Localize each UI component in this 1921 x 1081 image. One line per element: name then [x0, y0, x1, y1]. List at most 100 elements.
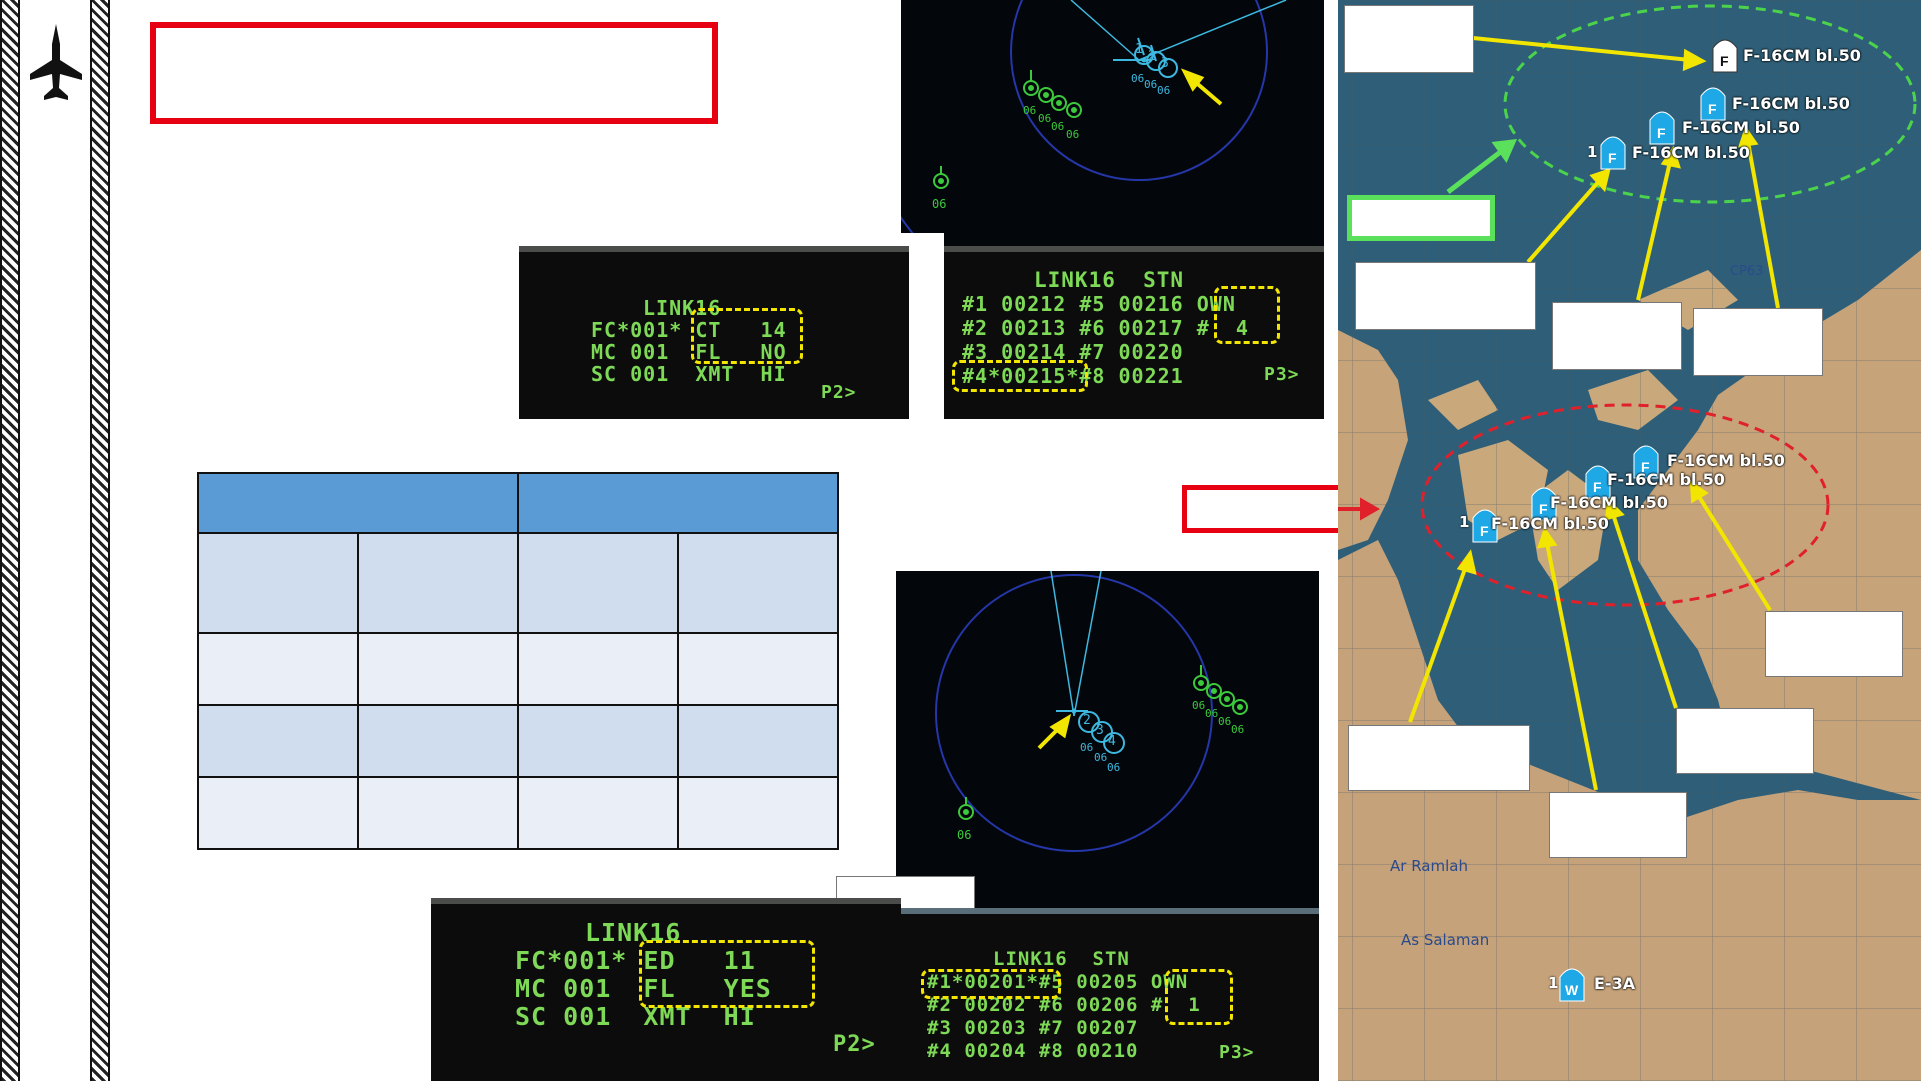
group-altitude: 06 — [1066, 128, 1080, 141]
group-altitude: 06 — [1231, 723, 1245, 736]
left-rail-inner — [90, 0, 110, 1081]
table-cell — [357, 632, 519, 706]
unit-label: E-3A — [1594, 974, 1636, 993]
map-callout-box — [1552, 302, 1682, 370]
group-altitude: 06 — [1038, 112, 1052, 125]
contact-number: 2 — [1083, 713, 1091, 728]
group-number: 1 — [1587, 143, 1598, 161]
group-altitude: 06 — [1192, 699, 1206, 712]
table-cell — [517, 632, 679, 706]
table-header-cell — [197, 472, 519, 534]
unit-label: F-16CM bl.50 — [1607, 470, 1725, 489]
unit-label: F-16CM bl.50 — [1667, 451, 1785, 470]
table-cell — [197, 704, 359, 778]
table-cell — [197, 632, 359, 706]
single-altitude: 06 — [957, 828, 972, 842]
dashed-highlight — [952, 360, 1088, 392]
contact-altitude: 06 — [1094, 751, 1108, 764]
map-callout-box — [1355, 262, 1536, 330]
unit-symbol-letter: F — [1608, 150, 1617, 166]
data-table — [197, 472, 839, 850]
ded-line: #2 00213 #6 00217 # 4 — [962, 316, 1249, 340]
table-header-row — [197, 472, 839, 534]
table-row — [197, 532, 839, 634]
group-number: 1 — [1548, 974, 1559, 992]
table-cell — [517, 704, 679, 778]
table-header-cell — [517, 472, 839, 534]
unit-label: F-16CM bl.50 — [1491, 514, 1609, 533]
place-label: CP63 — [1730, 264, 1764, 279]
ded-page-indicator: P2> — [833, 1032, 876, 1057]
table-cell — [197, 532, 359, 634]
map-callout-box — [1676, 708, 1814, 774]
table-cell — [357, 776, 519, 850]
contact-altitude: 06 — [1131, 72, 1145, 85]
unit-label: F-16CM bl.50 — [1550, 493, 1668, 512]
unit-label: F-16CM bl.50 — [1743, 46, 1861, 65]
group-altitude: 06 — [1023, 104, 1037, 117]
contact-altitude: 06 — [1107, 761, 1121, 774]
map-callout-box — [1693, 308, 1823, 376]
ded-page-indicator: P3> — [1219, 1042, 1255, 1063]
contact-number: 2 — [1148, 49, 1156, 64]
table-cell — [677, 704, 839, 778]
contact-altitude: 06 — [1144, 78, 1158, 91]
contact-number: 4 — [1108, 734, 1116, 749]
table-cell — [357, 532, 519, 634]
group-number: 1 — [1459, 513, 1470, 531]
table-cell — [517, 532, 679, 634]
table-cell — [677, 632, 839, 706]
dashed-highlight — [921, 969, 1061, 999]
table-cell — [197, 776, 359, 850]
unit-label: F-16CM bl.50 — [1682, 118, 1800, 137]
table-row — [197, 776, 839, 850]
place-label: Ar Ramlah — [1390, 857, 1468, 875]
ded-top-left: LINK16 FC*001* CT 14 MC 001 FL NO SC 001… — [519, 246, 909, 419]
table-cell — [517, 776, 679, 850]
ded-bottom-left: LINK16 FC*001* ED 11 MC 001 FL YES SC 00… — [431, 898, 901, 1081]
ded-title: LINK16 STN — [1034, 268, 1185, 292]
dashed-highlight — [639, 940, 815, 1008]
map-callout-box-green — [1347, 195, 1495, 241]
ded-title: LINK16 STN — [993, 948, 1130, 970]
left-rail — [0, 0, 20, 1081]
unit-symbol-letter: F — [1720, 53, 1729, 69]
unit-symbol-letter: F — [1708, 101, 1717, 117]
contact-altitude: 06 — [1157, 84, 1171, 97]
ded-page-indicator: P3> — [1264, 364, 1300, 385]
ded-line: #3 00203 #7 00207 — [927, 1017, 1139, 1039]
table-cell — [357, 704, 519, 778]
radar-scope-top: 1 2 3 06 06 06 06 06 06 06 06 — [901, 0, 1324, 246]
unit-label: F-16CM bl.50 — [1632, 143, 1750, 162]
group-altitude: 06 — [1218, 715, 1232, 728]
red-callout-box — [1182, 485, 1350, 533]
group-altitude: 06 — [1051, 120, 1065, 133]
unit-symbol-letter: F — [1657, 125, 1666, 141]
unit-symbol-letter: W — [1565, 982, 1579, 998]
ded-line: #1 00212 #5 00216 OWN — [962, 292, 1236, 316]
contact-number: 3 — [1096, 723, 1104, 738]
contact-number: 3 — [1161, 56, 1169, 71]
ded-bottom-right: LINK16 STN #1*00201*#5 00205 OWN #2 0020… — [901, 908, 1319, 1081]
unit-label: F-16CM bl.50 — [1732, 94, 1850, 113]
dashed-highlight — [691, 308, 803, 364]
group-altitude: 06 — [1205, 707, 1219, 720]
title-box — [150, 22, 718, 124]
table-cell — [677, 776, 839, 850]
table-row — [197, 632, 839, 706]
contact-altitude: 06 — [1080, 741, 1094, 754]
dashed-highlight — [1165, 969, 1233, 1025]
ded-top-right: LINK16 STN #1 00212 #5 00216 OWN #2 0021… — [944, 246, 1324, 419]
contact-number: 1 — [1135, 42, 1143, 57]
dashed-highlight — [1214, 286, 1280, 344]
map-callout-box — [1549, 792, 1687, 858]
map-callout-box — [1348, 725, 1530, 791]
map-callout-box — [1765, 611, 1903, 677]
radar-scope-bottom: 2 3 4 06 06 06 06 06 06 06 06 — [896, 571, 1319, 911]
single-altitude: 06 — [932, 197, 947, 211]
mission-map: F F F F F F F F W 1 1 1 F-16CM bl.50 F-1… — [1338, 0, 1921, 1081]
table-row — [197, 704, 839, 778]
map-callout-box — [1344, 5, 1474, 73]
place-label: As Salaman — [1401, 931, 1490, 949]
ded-line: #4 00204 #8 00210 — [927, 1040, 1139, 1062]
